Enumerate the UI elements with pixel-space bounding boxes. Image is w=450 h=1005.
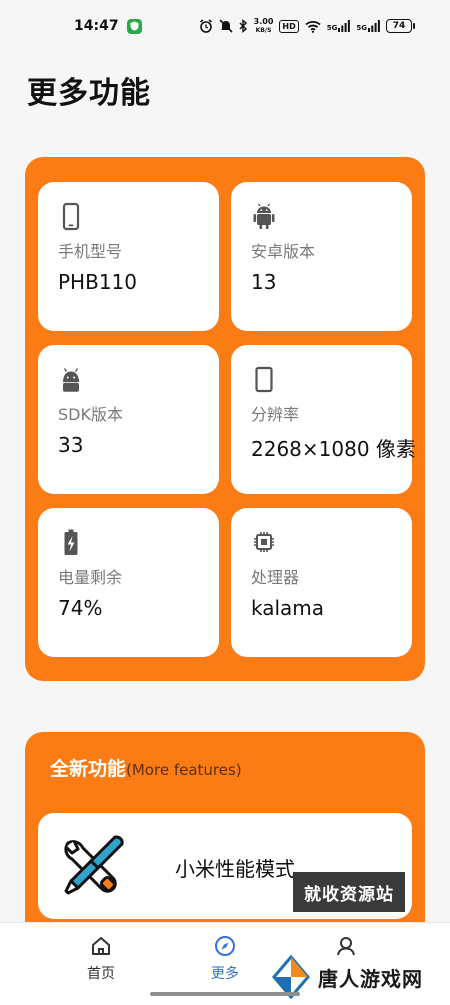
info-card-label: SDK版本: [58, 405, 123, 424]
nav-item-home[interactable]: 首页: [66, 935, 136, 983]
watermark-banner: 就收资源站: [293, 872, 405, 912]
info-card-sdk-version[interactable]: SDK版本 33: [38, 345, 219, 494]
phone-icon: [62, 202, 80, 231]
info-card-android-version[interactable]: 安卓版本 13: [231, 182, 412, 331]
signal-bars-icon: [368, 20, 380, 32]
device-info-panel: 手机型号 PHB110 安卓版本 13 SDK版本 33 分辨率 2268×10…: [25, 157, 425, 681]
features-title-text: 全新功能: [50, 758, 127, 780]
status-right: 3.00 KB/S HD 5G 5G 74: [199, 17, 415, 35]
info-card-phone-model[interactable]: 手机型号 PHB110: [38, 182, 219, 331]
android-head-icon: [63, 368, 79, 392]
info-card-value: 33: [58, 433, 84, 457]
nav-label-more: 更多: [211, 966, 239, 982]
network-speed: 3.00 KB/S: [254, 17, 274, 35]
android-icon: [253, 203, 275, 229]
info-card-value: PHB110: [58, 270, 137, 294]
signal-1: 5G: [327, 20, 351, 32]
info-card-processor[interactable]: 处理器 kalama: [231, 508, 412, 657]
info-card-value: kalama: [251, 596, 325, 620]
signal-bars-icon: [338, 20, 351, 32]
chip-icon: [254, 532, 274, 552]
speed-unit: KB/S: [255, 27, 272, 34]
home-icon: [92, 937, 110, 955]
wifi-icon: [305, 20, 321, 33]
speed-value: 3.00: [253, 17, 274, 26]
mute-icon: [219, 19, 233, 33]
screen-icon: [255, 366, 273, 393]
net-type-2: 5G: [356, 24, 367, 32]
info-card-label: 处理器: [251, 568, 300, 587]
user-icon: [337, 937, 355, 956]
hd-badge: HD: [279, 19, 299, 33]
features-title: 全新功能(More features): [50, 754, 242, 781]
watermark-logo-text: 唐人游戏网: [318, 966, 423, 991]
info-card-resolution[interactable]: 分辨率 2268×1080 像素: [231, 345, 416, 494]
info-card-value: 2268×1080 像素: [251, 437, 416, 461]
bluetooth-icon: [239, 19, 247, 33]
nav-label-home: 首页: [87, 966, 115, 982]
info-card-value: 74%: [58, 596, 103, 620]
info-card-label: 安卓版本: [251, 242, 316, 261]
signal-2: 5G: [356, 20, 380, 32]
status-bar: 14:47 3.00 KB/S HD 5G 5G 74: [0, 0, 450, 52]
feature-item-label: 小米性能模式: [175, 857, 295, 881]
battery-charging-icon: [64, 529, 78, 555]
net-type-1: 5G: [326, 24, 338, 32]
info-card-label: 电量剩余: [58, 568, 123, 587]
info-card-label: 手机型号: [58, 242, 123, 261]
status-left: 14:47: [74, 18, 142, 34]
status-time: 14:47: [74, 18, 119, 34]
features-subtitle: (More features): [126, 761, 242, 779]
page-title: 更多功能: [27, 76, 151, 111]
alarm-icon: [199, 19, 212, 33]
info-card-label: 分辨率: [251, 405, 300, 424]
info-card-value: 13: [251, 270, 277, 294]
nav-item-more[interactable]: 更多: [190, 935, 260, 983]
battery-indicator: 74: [386, 19, 415, 33]
info-card-battery[interactable]: 电量剩余 74%: [38, 508, 219, 657]
tools-icon: [64, 835, 124, 895]
home-indicator[interactable]: [150, 992, 300, 996]
compass-icon: [215, 936, 235, 956]
shield-app-icon: [126, 18, 142, 34]
